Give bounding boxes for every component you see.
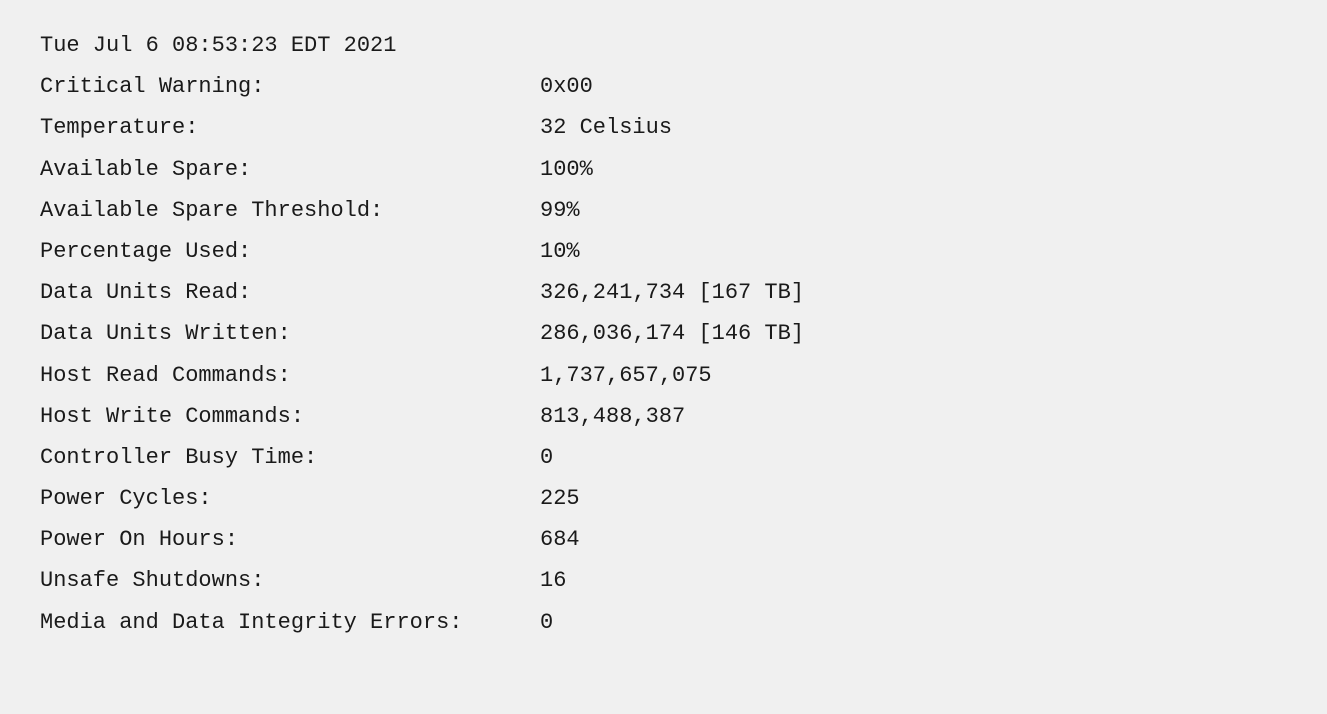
table-row: Critical Warning:0x00 bbox=[40, 69, 1287, 104]
row-value: 326,241,734 [167 TB] bbox=[540, 275, 804, 310]
table-row: Controller Busy Time:0 bbox=[40, 440, 1287, 475]
row-label: Data Units Written: bbox=[40, 316, 540, 351]
row-value: 99% bbox=[540, 193, 580, 228]
row-label: Temperature: bbox=[40, 110, 540, 145]
row-value: 0 bbox=[540, 440, 553, 475]
row-label: Host Read Commands: bbox=[40, 358, 540, 393]
table-row: Host Read Commands:1,737,657,075 bbox=[40, 358, 1287, 393]
table-row: Percentage Used:10% bbox=[40, 234, 1287, 269]
table-row: Unsafe Shutdowns:16 bbox=[40, 563, 1287, 598]
row-value: 684 bbox=[540, 522, 580, 557]
table-row: Temperature:32 Celsius bbox=[40, 110, 1287, 145]
row-label: Data Units Read: bbox=[40, 275, 540, 310]
row-value: 225 bbox=[540, 481, 580, 516]
table-row: Media and Data Integrity Errors:0 bbox=[40, 605, 1287, 640]
row-value: 10% bbox=[540, 234, 580, 269]
row-value: 286,036,174 [146 TB] bbox=[540, 316, 804, 351]
table-row: Power Cycles:225 bbox=[40, 481, 1287, 516]
row-value: 100% bbox=[540, 152, 593, 187]
table-row: Data Units Written:286,036,174 [146 TB] bbox=[40, 316, 1287, 351]
row-value: 0x00 bbox=[540, 69, 593, 104]
timestamp-value: Tue Jul 6 08:53:23 EDT 2021 bbox=[40, 33, 396, 58]
table-row: Power On Hours:684 bbox=[40, 522, 1287, 557]
row-label: Power Cycles: bbox=[40, 481, 540, 516]
table-row: Available Spare:100% bbox=[40, 152, 1287, 187]
row-value: 16 bbox=[540, 563, 566, 598]
row-label: Media and Data Integrity Errors: bbox=[40, 605, 540, 640]
nvme-smart-output: Tue Jul 6 08:53:23 EDT 2021 Critical War… bbox=[40, 28, 1287, 646]
row-value: 1,737,657,075 bbox=[540, 358, 712, 393]
row-label: Critical Warning: bbox=[40, 69, 540, 104]
row-label: Power On Hours: bbox=[40, 522, 540, 557]
row-value: 813,488,387 bbox=[540, 399, 685, 434]
table-row: Available Spare Threshold:99% bbox=[40, 193, 1287, 228]
table-row: Host Write Commands:813,488,387 bbox=[40, 399, 1287, 434]
table-row: Data Units Read:326,241,734 [167 TB] bbox=[40, 275, 1287, 310]
row-value: 32 Celsius bbox=[540, 110, 672, 145]
row-value: 0 bbox=[540, 605, 553, 640]
row-label: Host Write Commands: bbox=[40, 399, 540, 434]
row-label: Unsafe Shutdowns: bbox=[40, 563, 540, 598]
timestamp-row: Tue Jul 6 08:53:23 EDT 2021 bbox=[40, 28, 1287, 63]
row-label: Available Spare Threshold: bbox=[40, 193, 540, 228]
row-label: Percentage Used: bbox=[40, 234, 540, 269]
row-label: Controller Busy Time: bbox=[40, 440, 540, 475]
row-label: Available Spare: bbox=[40, 152, 540, 187]
